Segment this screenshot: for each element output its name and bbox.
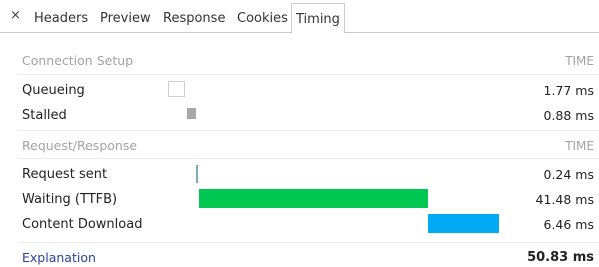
row-value-content-download: 6.46 ms bbox=[543, 217, 595, 232]
row-value-queueing: 1.77 ms bbox=[543, 83, 595, 98]
explanation-link[interactable]: Explanation bbox=[22, 250, 96, 266]
divider bbox=[18, 158, 599, 159]
row-label-queueing: Queueing bbox=[22, 83, 85, 98]
time-column-header: TIME bbox=[565, 54, 594, 68]
waiting-ttfb-bar bbox=[199, 189, 428, 208]
row-label-waiting-ttfb: Waiting (TTFB) bbox=[22, 192, 118, 207]
tab-timing[interactable]: Timing bbox=[291, 3, 345, 34]
stalled-bar bbox=[187, 108, 196, 119]
request-sent-bar bbox=[196, 165, 198, 183]
row-value-request-sent: 0.24 ms bbox=[543, 167, 595, 182]
row-value-waiting-ttfb: 41.48 ms bbox=[535, 192, 594, 207]
divider bbox=[18, 74, 599, 75]
queueing-bar bbox=[168, 81, 185, 97]
divider bbox=[18, 242, 599, 243]
section-title-request-response: Request/Response bbox=[22, 138, 138, 153]
row-label-content-download: Content Download bbox=[22, 217, 143, 232]
tab-response[interactable]: Response bbox=[163, 10, 225, 27]
row-label-request-sent: Request sent bbox=[22, 167, 108, 182]
section-title-connection-setup: Connection Setup bbox=[22, 53, 134, 68]
total-time: 50.83 ms bbox=[527, 250, 594, 265]
tab-cookies[interactable]: Cookies bbox=[237, 10, 288, 27]
row-value-stalled: 0.88 ms bbox=[543, 108, 595, 123]
content-download-bar bbox=[428, 214, 499, 233]
close-icon[interactable]: × bbox=[10, 8, 21, 24]
tab-headers[interactable]: Headers bbox=[34, 10, 88, 27]
tab-bar: × Headers Preview Response Cookies Timin… bbox=[0, 0, 599, 34]
divider bbox=[18, 130, 599, 131]
time-column-header: TIME bbox=[565, 139, 594, 153]
tab-preview[interactable]: Preview bbox=[100, 10, 151, 27]
row-label-stalled: Stalled bbox=[22, 108, 67, 123]
